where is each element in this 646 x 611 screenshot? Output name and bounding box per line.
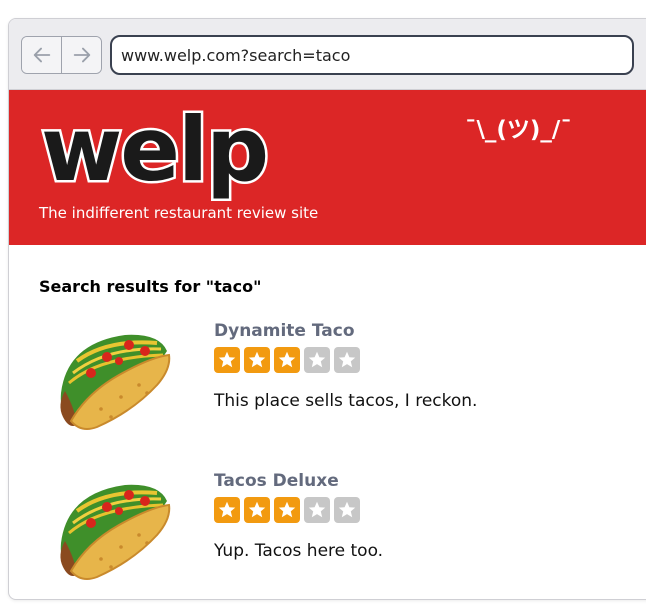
- site-tagline: The indifferent restaurant review site: [39, 204, 319, 222]
- arrow-left-icon: [33, 47, 50, 63]
- nav-button-group: [21, 36, 102, 74]
- star-filled-icon: [244, 497, 270, 523]
- star-filled-icon: [214, 347, 240, 373]
- star-empty-icon: [304, 497, 330, 523]
- star-empty-icon: [304, 347, 330, 373]
- star-rating: [214, 497, 383, 523]
- address-text: www.welp.com?search=taco: [121, 45, 351, 65]
- welp-logo[interactable]: welp: [31, 100, 272, 205]
- site-header: welp ¯\_(ツ)_/¯ The indifferent restauran…: [9, 90, 646, 245]
- restaurant-name[interactable]: Tacos Deluxe: [214, 471, 383, 493]
- star-filled-icon: [214, 497, 240, 523]
- address-bar[interactable]: www.welp.com?search=taco: [110, 35, 634, 75]
- logo-text: welp: [41, 100, 267, 201]
- shrug-emoticon: ¯\_(ツ)_/¯: [465, 117, 572, 143]
- forward-button[interactable]: [61, 37, 101, 73]
- result-item[interactable]: Tacos Deluxe Yup. Tacos here too.: [39, 471, 599, 591]
- restaurant-name[interactable]: Dynamite Taco: [214, 321, 477, 343]
- taco-image: [60, 334, 171, 430]
- results-heading: Search results for "taco": [39, 277, 262, 296]
- restaurant-description: This place sells tacos, I reckon.: [214, 391, 478, 411]
- browser-window: www.welp.com?search=taco welp ¯\_(ツ)_/¯ …: [8, 18, 646, 600]
- star-rating: [214, 347, 477, 373]
- star-empty-icon: [334, 497, 360, 523]
- taco-image: [60, 484, 171, 580]
- back-button[interactable]: [22, 37, 61, 73]
- result-info: Dynamite Taco This place sells tacos, I …: [214, 321, 477, 411]
- star-filled-icon: [274, 347, 300, 373]
- browser-toolbar: www.welp.com?search=taco: [9, 19, 646, 90]
- star-empty-icon: [334, 347, 360, 373]
- arrow-right-icon: [73, 47, 90, 63]
- restaurant-description: Yup. Tacos here too.: [214, 541, 384, 561]
- result-item[interactable]: Dynamite Taco This place sells tacos, I …: [39, 321, 599, 441]
- star-filled-icon: [244, 347, 270, 373]
- result-info: Tacos Deluxe Yup. Tacos here too.: [214, 471, 383, 561]
- star-filled-icon: [274, 497, 300, 523]
